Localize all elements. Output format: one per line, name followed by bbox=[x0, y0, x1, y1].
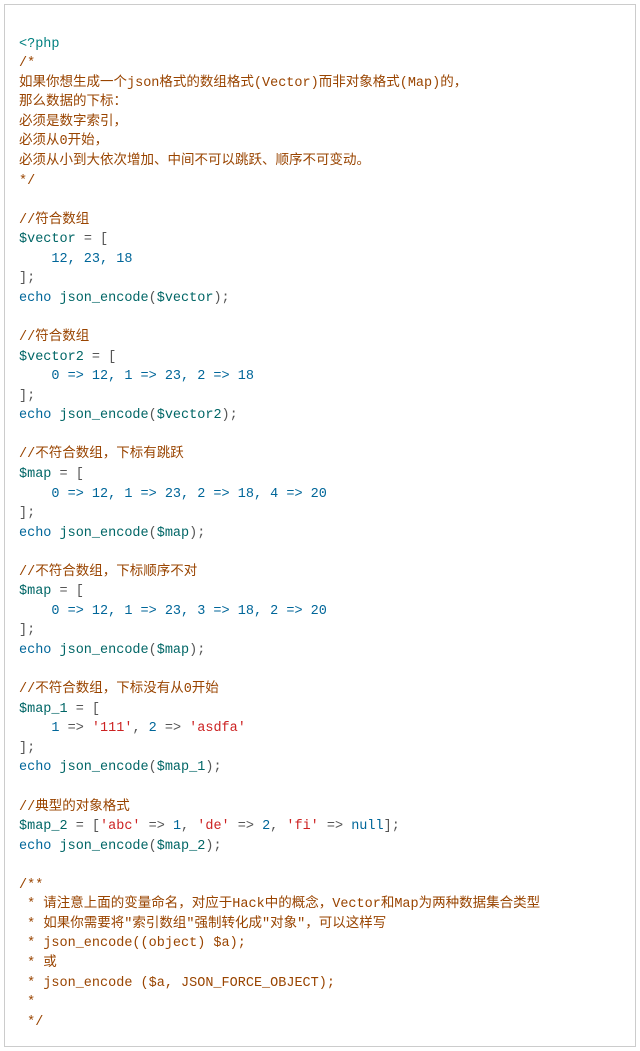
comment-line: //符合数组 bbox=[19, 213, 89, 228]
comma: , bbox=[132, 721, 148, 736]
paren: ( bbox=[149, 643, 157, 658]
punct: = [ bbox=[51, 584, 83, 599]
arg: $map_1 bbox=[157, 760, 206, 775]
arg: $map bbox=[157, 526, 189, 541]
comment-line: //符合数组 bbox=[19, 330, 89, 345]
keyword-echo: echo bbox=[19, 839, 51, 854]
comment-line: * 如果你需要将"索引数组"强制转化成"对象"，可以这样写 bbox=[19, 917, 386, 932]
number-list: 0 => 12, 1 => 23, 2 => 18, 4 => 20 bbox=[19, 487, 327, 502]
punct: ); bbox=[222, 408, 238, 423]
number-list: 12, 23, 18 bbox=[19, 252, 132, 267]
indent bbox=[19, 721, 51, 736]
comment-line: /* bbox=[19, 56, 35, 71]
punct: ); bbox=[205, 760, 221, 775]
comment-line: * 请注意上面的变量命名，对应于Hack中的概念，Vector和Map为两种数据… bbox=[19, 897, 540, 912]
punct: ]; bbox=[19, 741, 35, 756]
string: 'de' bbox=[197, 819, 229, 834]
comment-line: * json_encode ($a, JSON_FORCE_OBJECT); bbox=[19, 976, 335, 991]
comment-line: * 或 bbox=[19, 956, 57, 971]
punct: ]; bbox=[19, 389, 35, 404]
function-call: json_encode bbox=[51, 760, 148, 775]
string: 'asdfa' bbox=[189, 721, 246, 736]
arrow: => bbox=[157, 721, 189, 736]
comment-line: * json_encode((object) $a); bbox=[19, 936, 246, 951]
paren: ( bbox=[149, 760, 157, 775]
punct: ); bbox=[205, 839, 221, 854]
arrow: => bbox=[230, 819, 262, 834]
comment-line: 那么数据的下标： bbox=[19, 95, 127, 110]
comment-line: 必须是数字索引， bbox=[19, 115, 127, 130]
paren: ( bbox=[149, 526, 157, 541]
comment-line: 必须从小到大依次增加、中间不可以跳跃、顺序不可变动。 bbox=[19, 154, 370, 169]
comma: , bbox=[270, 819, 286, 834]
arg: $vector bbox=[157, 291, 214, 306]
string: 'abc' bbox=[100, 819, 141, 834]
punct: = [ bbox=[84, 350, 116, 365]
punct: ); bbox=[189, 526, 205, 541]
arg: $vector2 bbox=[157, 408, 222, 423]
punct: = [ bbox=[51, 467, 83, 482]
paren: ( bbox=[149, 291, 157, 306]
string: '111' bbox=[92, 721, 133, 736]
punct: ]; bbox=[19, 623, 35, 638]
punct: = [ bbox=[68, 819, 100, 834]
comment-line: //典型的对象格式 bbox=[19, 800, 130, 815]
arg: $map_2 bbox=[157, 839, 206, 854]
comment-line: /** bbox=[19, 878, 43, 893]
number: 2 bbox=[262, 819, 270, 834]
punct: ); bbox=[189, 643, 205, 658]
variable: $map_1 bbox=[19, 702, 68, 717]
comma: , bbox=[181, 819, 197, 834]
paren: ( bbox=[149, 839, 157, 854]
keyword-echo: echo bbox=[19, 408, 51, 423]
key: 2 bbox=[149, 721, 157, 736]
punct: ]; bbox=[384, 819, 400, 834]
punct: = [ bbox=[76, 232, 108, 247]
keyword-echo: echo bbox=[19, 760, 51, 775]
paren: ( bbox=[149, 408, 157, 423]
variable: $map bbox=[19, 584, 51, 599]
php-open-tag: <?php bbox=[19, 37, 60, 52]
keyword-echo: echo bbox=[19, 526, 51, 541]
variable: $vector bbox=[19, 232, 76, 247]
function-call: json_encode bbox=[51, 408, 148, 423]
punct: ); bbox=[213, 291, 229, 306]
number-list: 0 => 12, 1 => 23, 2 => 18 bbox=[19, 369, 254, 384]
function-call: json_encode bbox=[51, 291, 148, 306]
function-call: json_encode bbox=[51, 643, 148, 658]
keyword-echo: echo bbox=[19, 291, 51, 306]
comment-line: * bbox=[19, 995, 35, 1010]
comment-line: 如果你想生成一个json格式的数组格式(Vector)而非对象格式(Map)的， bbox=[19, 76, 467, 91]
null-literal: null bbox=[351, 819, 383, 834]
variable: $vector2 bbox=[19, 350, 84, 365]
arg: $map bbox=[157, 643, 189, 658]
punct: ]; bbox=[19, 506, 35, 521]
number-list: 0 => 12, 1 => 23, 3 => 18, 2 => 20 bbox=[19, 604, 327, 619]
function-call: json_encode bbox=[51, 839, 148, 854]
comment-line: //不符合数组，下标有跳跃 bbox=[19, 447, 184, 462]
comment-line: //不符合数组，下标没有从0开始 bbox=[19, 682, 219, 697]
function-call: json_encode bbox=[51, 526, 148, 541]
comment-line: //不符合数组，下标顺序不对 bbox=[19, 565, 197, 580]
arrow: => bbox=[141, 819, 173, 834]
arrow: => bbox=[60, 721, 92, 736]
keyword-echo: echo bbox=[19, 643, 51, 658]
code-block: <?php /* 如果你想生成一个json格式的数组格式(Vector)而非对象… bbox=[4, 4, 636, 1047]
key: 1 bbox=[51, 721, 59, 736]
arrow: => bbox=[319, 819, 351, 834]
punct: ]; bbox=[19, 271, 35, 286]
comment-line: */ bbox=[19, 1015, 43, 1030]
variable: $map bbox=[19, 467, 51, 482]
number: 1 bbox=[173, 819, 181, 834]
punct: = [ bbox=[68, 702, 100, 717]
comment-line: */ bbox=[19, 174, 35, 189]
variable: $map_2 bbox=[19, 819, 68, 834]
string: 'fi' bbox=[286, 819, 318, 834]
comment-line: 必须从0开始， bbox=[19, 134, 108, 149]
